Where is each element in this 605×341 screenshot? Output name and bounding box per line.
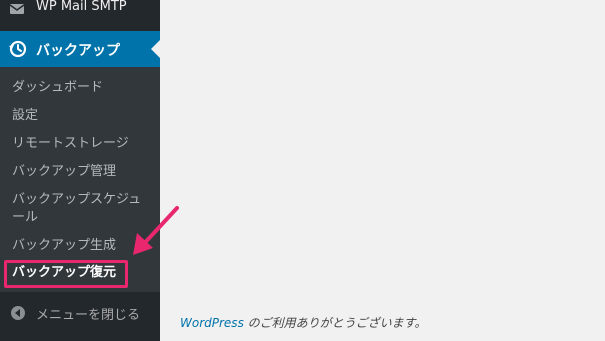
collapse-menu-button[interactable]: メニューを閉じる (0, 296, 160, 330)
annotation-arrow-icon (133, 206, 179, 255)
submenu-item-remote-storage[interactable]: リモートストレージ (12, 135, 152, 153)
collapse-menu-label: メニューを閉じる (36, 308, 141, 323)
menu-item-label: WP Mail SMTP (36, 0, 127, 14)
menu-item-wp-mail-smtp[interactable]: WP Mail SMTP (0, 0, 160, 24)
submenu-item-dashboard[interactable]: ダッシュボード (12, 79, 152, 97)
wordpress-link[interactable]: WordPress (180, 316, 244, 330)
highlight-box (4, 260, 128, 288)
history-icon (8, 39, 28, 63)
collapse-arrow-icon (10, 305, 26, 325)
submenu-item-settings[interactable]: 設定 (12, 107, 152, 125)
menu-item-label: バックアップ (36, 43, 120, 59)
footer-thankyou-text: のご利用ありがとうございます。 (243, 316, 427, 330)
mail-icon (8, 0, 26, 22)
submenu-item-backup-manage[interactable]: バックアップ管理 (12, 163, 152, 181)
footer-thankyou: WordPress のご利用ありがとうございます。 (180, 314, 426, 331)
admin-sidebar: WP Mail SMTP バックアップ ダッシュボード 設定 リモートストレージ… (0, 0, 160, 341)
current-menu-arrow (151, 40, 160, 58)
menu-item-backup[interactable]: バックアップ (0, 31, 160, 67)
